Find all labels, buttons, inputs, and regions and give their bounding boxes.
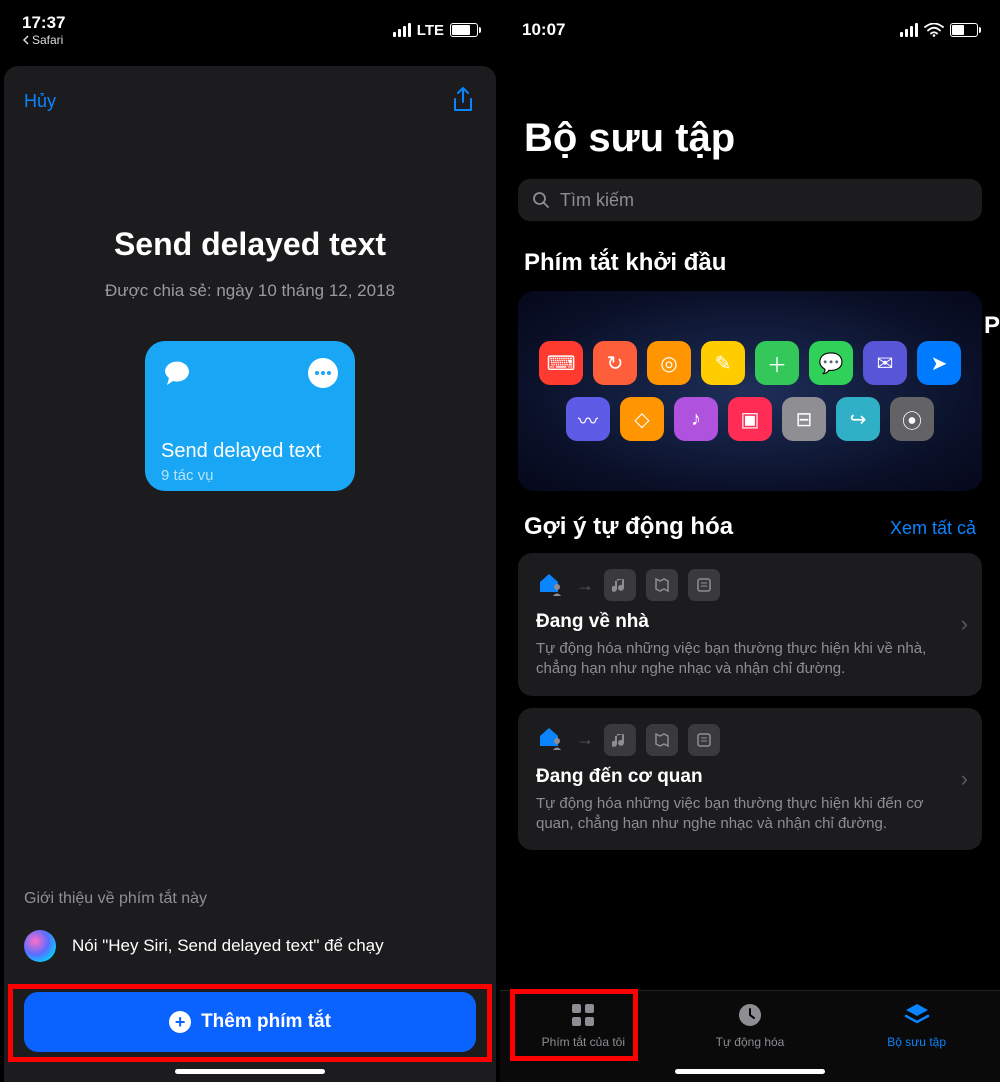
suggestion-title: Đang về nhà (536, 611, 964, 633)
home-indicator[interactable] (675, 1069, 825, 1074)
add-button-label: Thêm phím tắt (201, 1011, 331, 1033)
status-time: 10:07 (522, 20, 565, 40)
search-icon (532, 191, 550, 209)
share-button[interactable] (450, 86, 476, 116)
home-person-icon (536, 724, 566, 755)
status-bar: 10:07 (500, 0, 1000, 48)
search-placeholder: Tìm kiếm (560, 190, 634, 211)
starter-mini-icon: 〰 (566, 397, 610, 441)
clock-icon (736, 1001, 764, 1029)
status-right (900, 23, 978, 37)
siri-hint-text: Nói "Hey Siri, Send delayed text" để chạ… (72, 936, 384, 956)
signal-icon (900, 23, 918, 37)
search-input[interactable]: Tìm kiếm (518, 179, 982, 221)
battery-icon (950, 23, 978, 37)
card-subtitle: 9 tác vụ (161, 467, 339, 484)
page-title: Bộ sưu tập (500, 68, 1000, 179)
signal-icon (393, 23, 411, 37)
home-indicator[interactable] (175, 1069, 325, 1074)
starter-mini-icon: ⦿ (890, 397, 934, 441)
tab-my-shortcuts[interactable]: Phím tắt của tôi (501, 1001, 666, 1049)
arrow-icon: → (576, 729, 594, 750)
starter-mini-icon: ↪ (836, 397, 880, 441)
starter-mini-icon: ＋ (755, 341, 799, 385)
arrow-icon: → (576, 575, 594, 596)
news-icon (688, 724, 720, 756)
status-time: 17:37 (22, 13, 65, 33)
card-title: Send delayed text (161, 440, 339, 463)
plus-icon: + (169, 1011, 191, 1033)
chevron-right-icon: › (961, 766, 968, 792)
starter-mini-icon: ◇ (620, 397, 664, 441)
tab-gallery[interactable]: Bộ sưu tập (834, 1001, 999, 1049)
back-to-safari[interactable]: Safari (22, 33, 65, 47)
automation-section-title: Gợi ý tự động hóa (524, 513, 733, 541)
starter-mini-icon: ↻ (593, 341, 637, 385)
phone-left: 17:37 Safari LTE Hủy Send delayed text Đ… (0, 0, 500, 1082)
more-icon[interactable] (307, 357, 339, 398)
wifi-icon (924, 23, 944, 37)
suggestion-going-home[interactable]: → Đang về nhà Tự động hóa những việc bạn… (518, 553, 982, 696)
starter-mini-icon: ✎ (701, 341, 745, 385)
add-shortcut-button[interactable]: + Thêm phím tắt (24, 992, 476, 1052)
starter-mini-icon: ◎ (647, 341, 691, 385)
shortcut-title: Send delayed text (24, 226, 476, 263)
messages-icon (161, 357, 197, 398)
suggestion-title: Đang đến cơ quan (536, 766, 964, 788)
grid-icon (569, 1001, 597, 1029)
add-shortcut-sheet: Hủy Send delayed text Được chia sẻ: ngày… (4, 66, 496, 1082)
phone-right: 10:07 Bộ sưu tập Tìm kiếm Phím tắt khởi … (500, 0, 1000, 1082)
shared-date: Được chia sẻ: ngày 10 tháng 12, 2018 (24, 281, 476, 301)
layers-icon (903, 1001, 931, 1029)
battery-icon (450, 23, 478, 37)
suggestion-going-work[interactable]: → Đang đến cơ quan Tự động hóa những việ… (518, 708, 982, 851)
siri-icon (24, 930, 56, 962)
shortcut-preview-card[interactable]: Send delayed text 9 tác vụ (145, 341, 355, 491)
starter-mini-icon: ✉︎ (863, 341, 907, 385)
see-all-button[interactable]: Xem tất cả (890, 518, 976, 539)
chevron-right-icon: › (961, 611, 968, 637)
news-icon (688, 569, 720, 601)
starter-section-title: Phím tắt khởi đầu (500, 221, 1000, 291)
siri-hint-row: Nói "Hey Siri, Send delayed text" để chạ… (24, 930, 476, 962)
starter-shortcuts-card[interactable]: ⌨︎↻◎✎＋💬✉︎➤ 〰◇♪▣⊟↪⦿ (518, 291, 982, 491)
home-person-icon (536, 570, 566, 601)
about-label: Giới thiệu về phím tắt này (24, 890, 476, 908)
maps-icon (646, 569, 678, 601)
tab-automation[interactable]: Tự động hóa (667, 1001, 832, 1049)
suggestion-desc: Tự động hóa những việc bạn thường thực h… (536, 794, 964, 835)
cancel-button[interactable]: Hủy (24, 91, 56, 112)
music-icon (604, 569, 636, 601)
starter-mini-icon: ⌨︎ (539, 341, 583, 385)
starter-mini-icon: ⊟ (782, 397, 826, 441)
network-label: LTE (417, 22, 444, 39)
status-bar: 17:37 Safari LTE (0, 0, 500, 48)
next-section-peek: P (984, 312, 1000, 340)
starter-mini-icon: ♪ (674, 397, 718, 441)
status-right: LTE (393, 22, 478, 39)
starter-mini-icon: 💬 (809, 341, 853, 385)
suggestion-desc: Tự động hóa những việc bạn thường thực h… (536, 639, 964, 680)
starter-mini-icon: ▣ (728, 397, 772, 441)
maps-icon (646, 724, 678, 756)
music-icon (604, 724, 636, 756)
starter-mini-icon: ➤ (917, 341, 961, 385)
